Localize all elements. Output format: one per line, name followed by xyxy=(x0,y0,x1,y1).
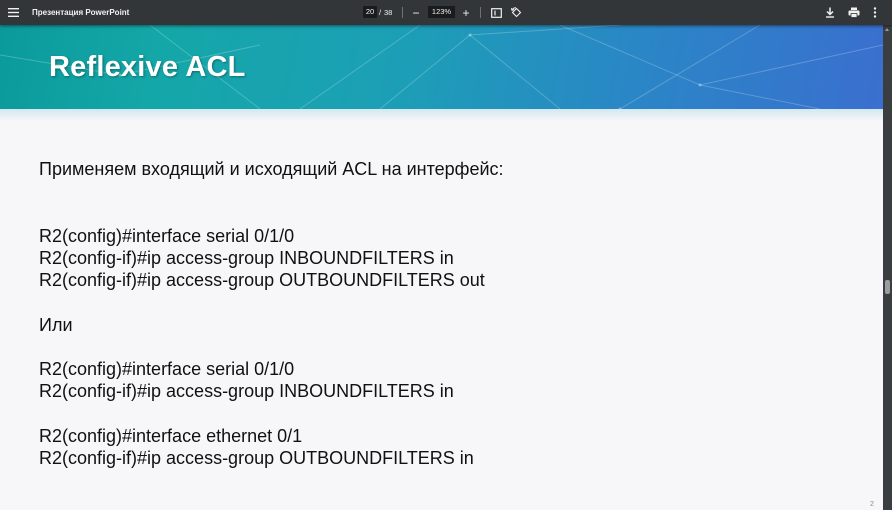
rotate-icon xyxy=(510,7,521,18)
more-vert-icon xyxy=(873,7,877,18)
document-title: Презентация PowerPoint xyxy=(32,8,130,17)
zoom-in-button[interactable]: + xyxy=(460,0,472,25)
banner-shadow xyxy=(0,109,883,121)
download-icon xyxy=(826,7,834,18)
slide-text-line: R2(config)#interface serial 0/1/0 xyxy=(39,226,295,246)
page-separator: / xyxy=(379,8,382,17)
slide-text-line: R2(config-if)#ip access-group OUTBOUNDFI… xyxy=(39,448,474,468)
slide-text-line: R2(config-if)#ip access-group INBOUNDFIL… xyxy=(39,381,454,401)
print-button[interactable] xyxy=(846,0,862,25)
page-number-input[interactable]: 20 xyxy=(363,6,377,18)
toolbar-divider xyxy=(402,7,403,18)
slide-text-line: Применяем входящий и исходящий ACL на ин… xyxy=(39,159,504,179)
slide-text-line: R2(config)#interface serial 0/1/0 xyxy=(39,359,295,379)
fit-page-icon xyxy=(490,7,502,18)
slide-page-number: 2 xyxy=(870,501,874,508)
vertical-scrollbar[interactable] xyxy=(883,25,892,510)
slide-header-banner: Reflexive ACL xyxy=(0,25,883,109)
page-total: 38 xyxy=(384,8,393,17)
slide-page: Reflexive ACL Применяем входящий и исход… xyxy=(0,25,883,510)
slide-title: Reflexive ACL xyxy=(49,51,246,83)
hamburger-icon xyxy=(7,8,19,17)
slide-text-line: Или xyxy=(39,315,73,335)
more-options-button[interactable] xyxy=(868,0,882,25)
rotate-button[interactable] xyxy=(509,0,523,25)
pdf-toolbar: Презентация PowerPoint 20 / 38 − 123% + xyxy=(0,0,892,25)
slide-text-line: R2(config-if)#ip access-group INBOUNDFIL… xyxy=(39,248,454,268)
zoom-out-button[interactable]: − xyxy=(410,0,422,25)
zoom-input[interactable]: 123% xyxy=(428,6,455,18)
download-button[interactable] xyxy=(823,0,837,25)
print-icon xyxy=(848,7,860,18)
slide-text-line: R2(config-if)#ip access-group OUTBOUNDFI… xyxy=(39,270,485,290)
slide-text-line: R2(config)#interface ethernet 0/1 xyxy=(39,426,303,446)
toolbar-divider xyxy=(480,7,481,18)
scrollbar-thumb[interactable] xyxy=(885,280,890,294)
scroll-up-arrow-icon[interactable] xyxy=(885,28,889,31)
fit-to-page-button[interactable] xyxy=(489,0,503,25)
menu-button[interactable] xyxy=(4,0,22,25)
